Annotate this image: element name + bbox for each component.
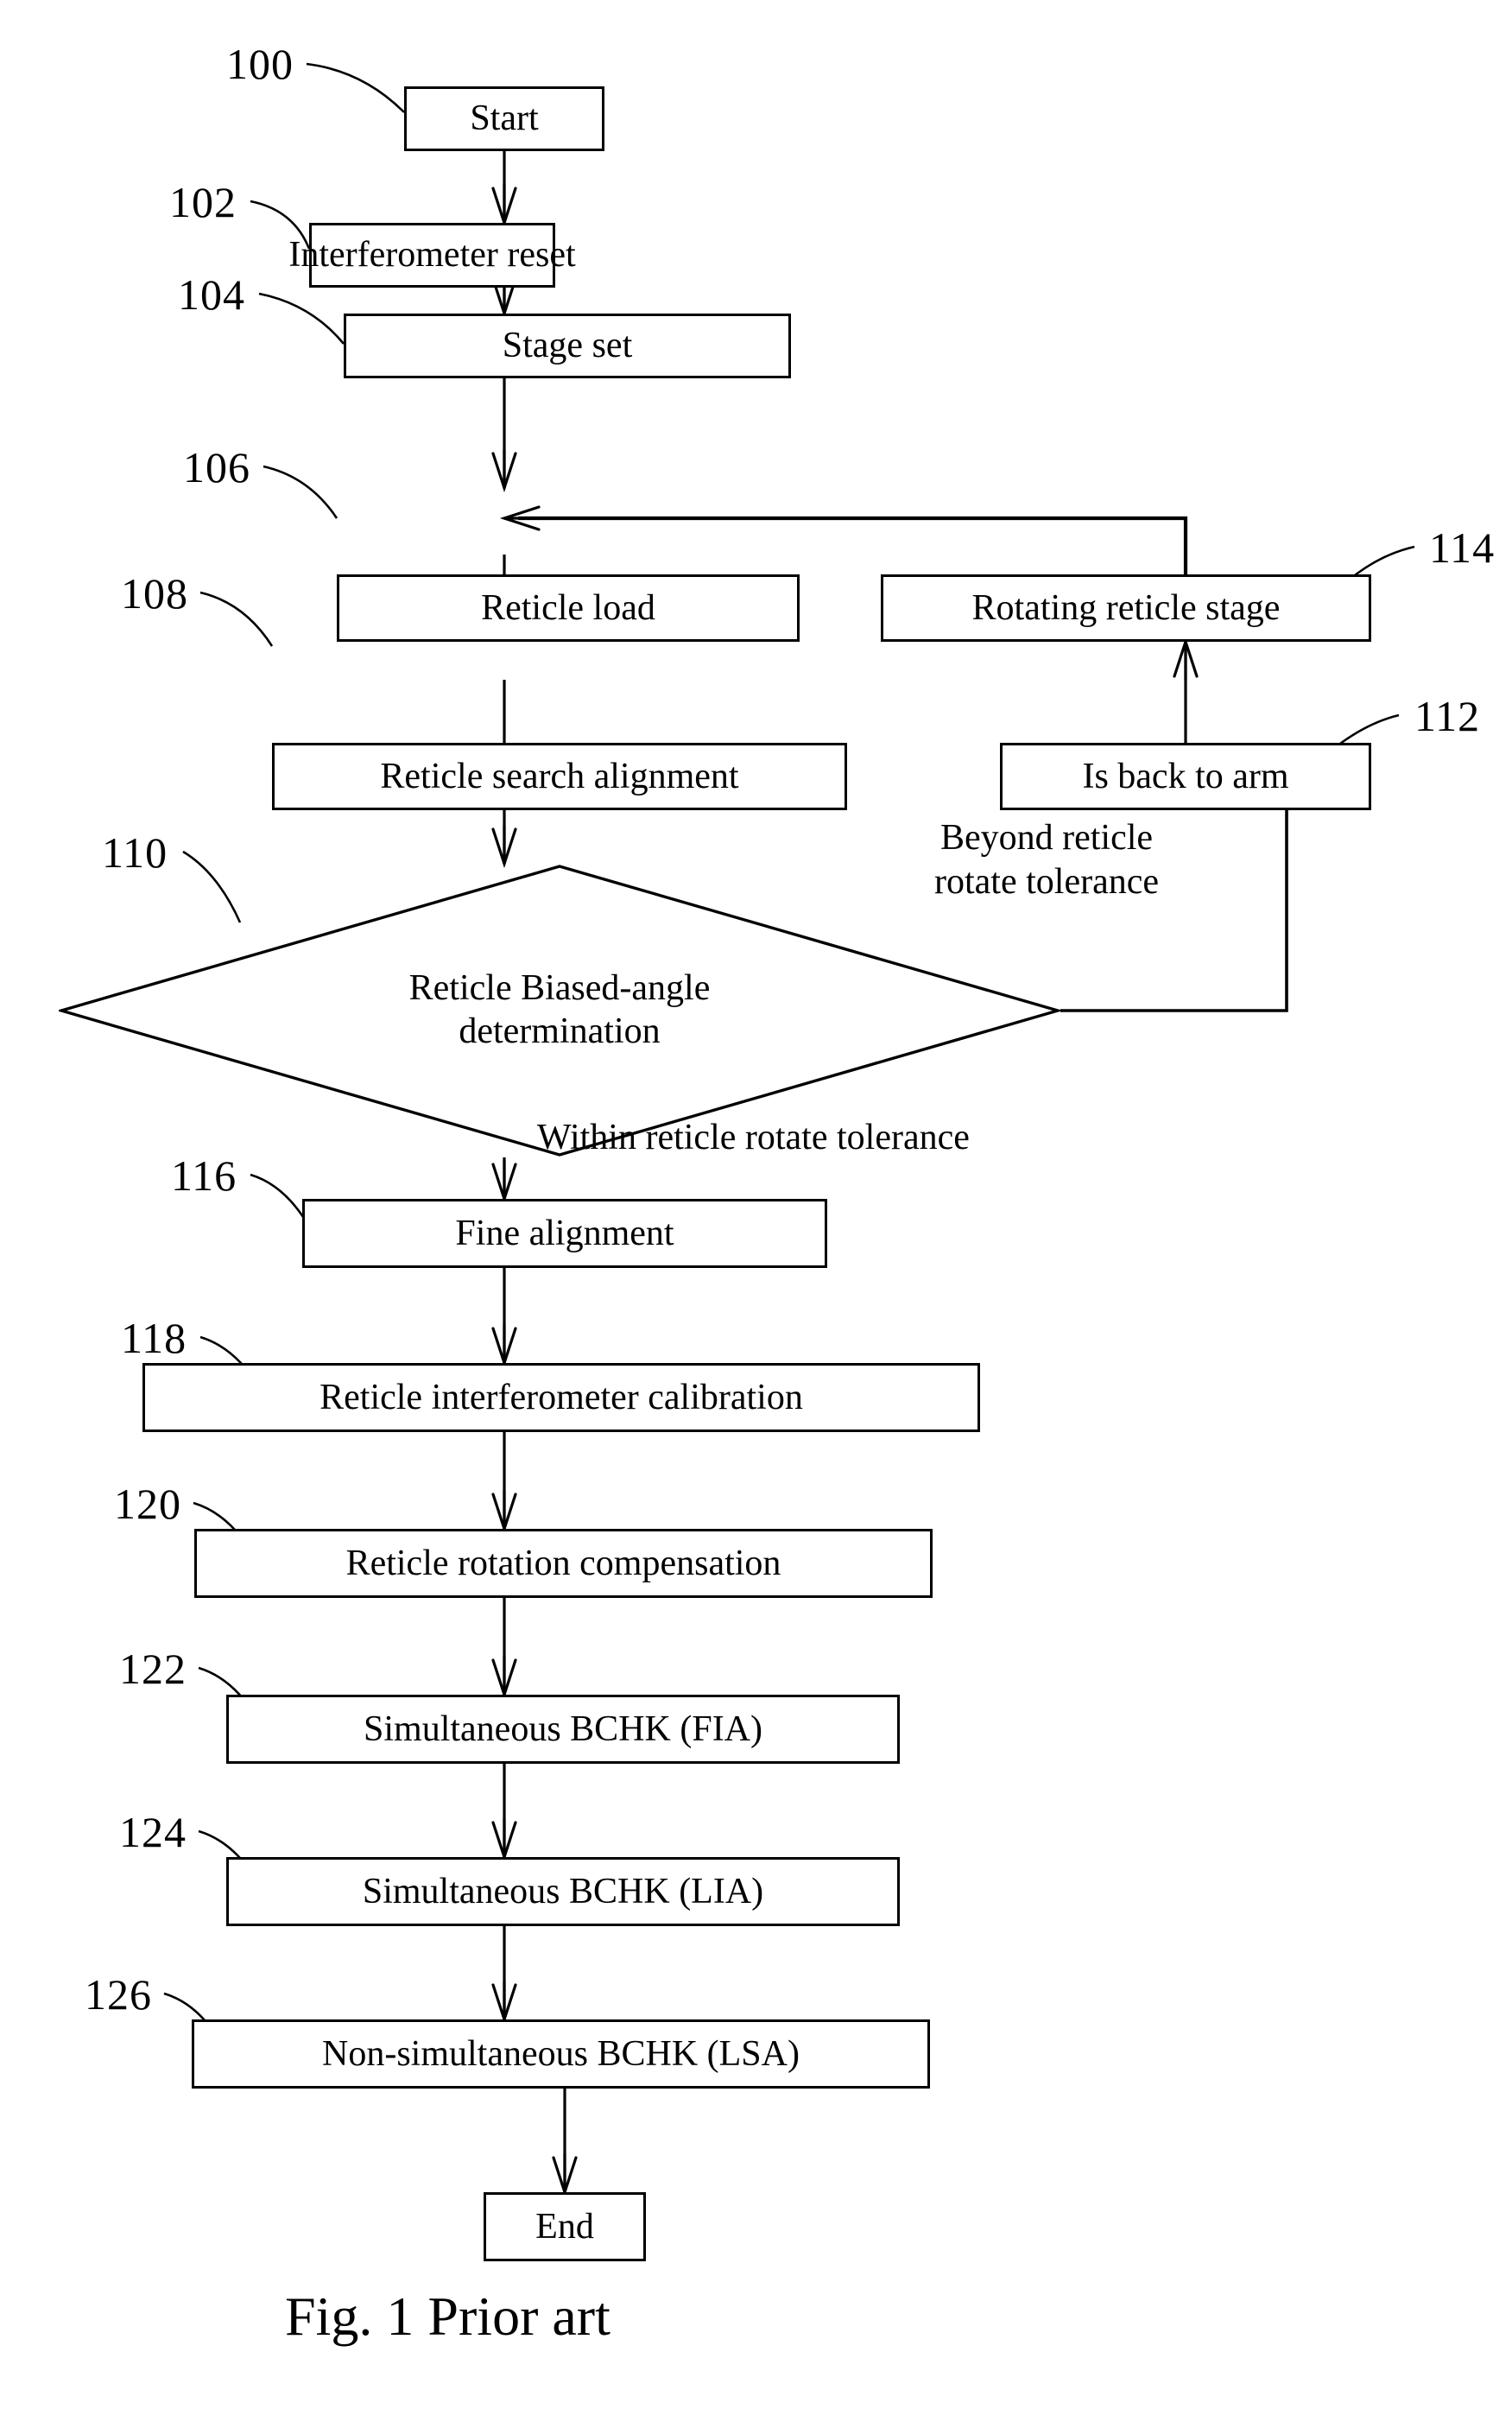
node-reticle-rotation-compensation[interactable]: Reticle rotation compensation xyxy=(194,1529,933,1598)
arrowhead-108-110 xyxy=(491,824,517,865)
refnum-120: 120 xyxy=(114,1480,181,1528)
refnum-100: 100 xyxy=(226,40,294,88)
refnum-110: 110 xyxy=(102,828,168,877)
node-reticle-search-alignment[interactable]: Reticle search alignment xyxy=(272,743,847,810)
node-fine-alignment[interactable]: Fine alignment xyxy=(302,1199,827,1268)
arrowhead-126-end xyxy=(552,2152,578,2194)
node-reticle-rotation-compensation-label: Reticle rotation compensation xyxy=(345,1543,781,1583)
node-interferometer-reset-label: Interferometer reset xyxy=(288,235,576,276)
refnum-108: 108 xyxy=(121,569,188,618)
edge-label-within-line1: Within reticle rotate tolerance xyxy=(537,1118,970,1157)
refnum-106: 106 xyxy=(183,443,250,491)
decision-diamond-shape xyxy=(55,865,1064,1157)
node-non-simultaneous-bchk-lsa-label: Non-simultaneous BCHK (LSA) xyxy=(322,2033,800,2074)
leader-116 xyxy=(250,1173,311,1227)
node-reticle-load-label: Reticle load xyxy=(481,587,655,628)
node-rotating-reticle-stage-label: Rotating reticle stage xyxy=(971,587,1281,628)
node-simultaneous-bchk-fia[interactable]: Simultaneous BCHK (FIA) xyxy=(226,1695,900,1764)
node-non-simultaneous-bchk-lsa[interactable]: Non-simultaneous BCHK (LSA) xyxy=(192,2019,930,2089)
arrowhead-112-114 xyxy=(1173,640,1199,681)
patent-figure-page: Start Interferometer reset Stage set Rot… xyxy=(0,0,1512,2428)
arrowhead-116-118 xyxy=(491,1323,517,1365)
refnum-118: 118 xyxy=(121,1314,187,1362)
edge-label-within-reticle-rotate-tolerance: Within reticle rotate tolerance xyxy=(537,1116,970,1160)
node-end-label: End xyxy=(535,2206,594,2247)
node-stage-set-label: Stage set xyxy=(502,326,633,366)
arrowhead-100-102 xyxy=(491,183,517,225)
node-end[interactable]: End xyxy=(484,2192,646,2261)
arrowhead-110-116 xyxy=(491,1159,517,1201)
arrowhead-124-126 xyxy=(491,1980,517,2021)
arrowhead-120-122 xyxy=(491,1655,517,1696)
node-start-label: Start xyxy=(470,98,539,139)
refnum-114: 114 xyxy=(1429,523,1496,572)
node-start[interactable]: Start xyxy=(404,86,604,151)
edge-label-beyond-line2: rotate tolerance xyxy=(934,862,1159,903)
arrowhead-104-106 xyxy=(491,448,517,490)
arrowhead-118-120 xyxy=(491,1489,517,1531)
refnum-104: 104 xyxy=(178,270,245,319)
refnum-122: 122 xyxy=(119,1645,187,1693)
node-stage-set[interactable]: Stage set xyxy=(344,314,791,378)
leader-104 xyxy=(258,292,345,345)
refnum-116: 116 xyxy=(171,1151,237,1200)
refnum-124: 124 xyxy=(119,1808,187,1856)
node-reticle-load[interactable]: Reticle load xyxy=(337,574,800,642)
node-simultaneous-bchk-lia-label: Simultaneous BCHK (LIA) xyxy=(362,1871,764,1911)
node-simultaneous-bchk-fia-label: Simultaneous BCHK (FIA) xyxy=(364,1708,762,1749)
arrowhead-122-124 xyxy=(491,1817,517,1859)
figure-caption: Fig. 1 Prior art xyxy=(285,2285,610,2349)
refnum-102: 102 xyxy=(169,178,237,226)
refnum-112: 112 xyxy=(1414,692,1481,740)
edge-label-beyond-line1: Beyond reticle xyxy=(939,818,1154,858)
node-is-back-to-arm-label: Is back to arm xyxy=(1082,756,1289,796)
node-reticle-biased-angle-determination[interactable]: Reticle Biased-angle determination xyxy=(55,864,1064,1157)
node-fine-alignment-label: Fine alignment xyxy=(455,1213,674,1253)
edge-114-106-feedback xyxy=(518,516,1188,574)
node-rotating-reticle-stage[interactable]: Rotating reticle stage xyxy=(881,574,1371,642)
edge-label-beyond-reticle-rotate-tolerance: Beyond reticle rotate tolerance xyxy=(934,816,1159,904)
node-reticle-interferometer-calibration-label: Reticle interferometer calibration xyxy=(319,1377,803,1417)
refnum-126: 126 xyxy=(85,1970,152,2019)
figure-caption-text: Fig. 1 Prior art xyxy=(285,2285,610,2347)
arrowhead-114-106 xyxy=(503,505,544,531)
leader-100 xyxy=(306,62,405,113)
leader-106 xyxy=(263,465,338,519)
node-interferometer-reset[interactable]: Interferometer reset xyxy=(288,223,576,288)
node-simultaneous-bchk-lia[interactable]: Simultaneous BCHK (LIA) xyxy=(226,1857,900,1926)
leader-108 xyxy=(199,591,274,647)
node-is-back-to-arm[interactable]: Is back to arm xyxy=(1000,743,1371,810)
node-reticle-search-alignment-label: Reticle search alignment xyxy=(380,756,739,796)
node-reticle-interferometer-calibration[interactable]: Reticle interferometer calibration xyxy=(142,1363,980,1432)
